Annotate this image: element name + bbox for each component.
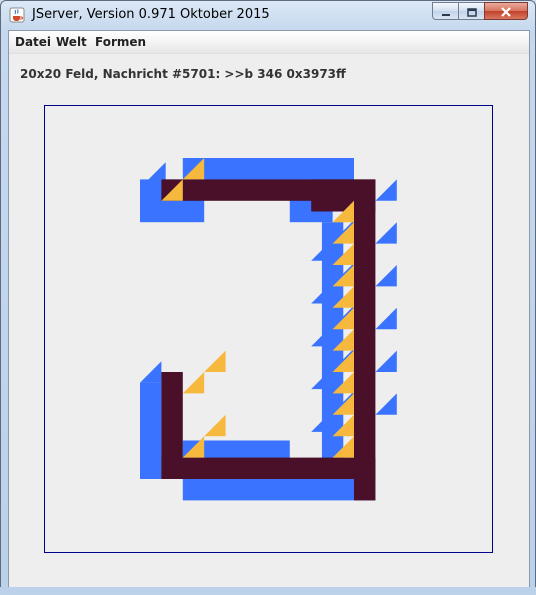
side-bevel-3 [375, 222, 397, 244]
menu-bar: Datei Welt Formen [9, 31, 529, 54]
game-board[interactable] [44, 105, 493, 553]
minimize-icon [441, 2, 451, 21]
application-window: JServer, Version 0.971 Oktober 2015 Date… [0, 0, 536, 595]
maximize-button[interactable] [458, 2, 484, 20]
minimize-button[interactable] [432, 2, 458, 20]
side-bevel-11 [375, 393, 397, 415]
status-message: 20x20 Feld, Nachricht #5701: >>b 346 0x3… [20, 67, 346, 81]
side-bevel-9 [375, 350, 397, 372]
shadow-top-bar [182, 158, 354, 182]
window-controls [432, 2, 528, 21]
hl-hook-1 [182, 372, 205, 394]
side-bevel-7 [375, 307, 397, 330]
hl-hook-2 [204, 350, 226, 372]
menu-datei[interactable]: Datei [15, 35, 51, 49]
side-bevel-1 [375, 179, 397, 201]
maximize-icon [466, 2, 477, 21]
board-canvas [140, 158, 397, 501]
j-right-column [354, 200, 376, 501]
title-bar[interactable]: JServer, Version 0.971 Oktober 2015 [1, 1, 535, 29]
window-title: JServer, Version 0.971 Oktober 2015 [32, 7, 270, 22]
menu-formen[interactable]: Formen [95, 35, 146, 49]
java-cup-icon [9, 7, 25, 23]
side-bevel-5 [375, 265, 397, 287]
window-bottom-edge [0, 587, 536, 595]
menu-welt[interactable]: Welt [56, 35, 87, 49]
shadow-left-hook [140, 382, 162, 479]
close-icon [500, 2, 512, 21]
hl-hook-4 [204, 414, 226, 437]
shadow-left-bevel [140, 361, 162, 383]
j-bottom-bar [161, 457, 376, 479]
close-button[interactable] [484, 2, 528, 20]
client-area: Datei Welt Formen 20x20 Feld, Nachricht … [8, 30, 530, 589]
shadow-bottom-bar [182, 479, 376, 501]
